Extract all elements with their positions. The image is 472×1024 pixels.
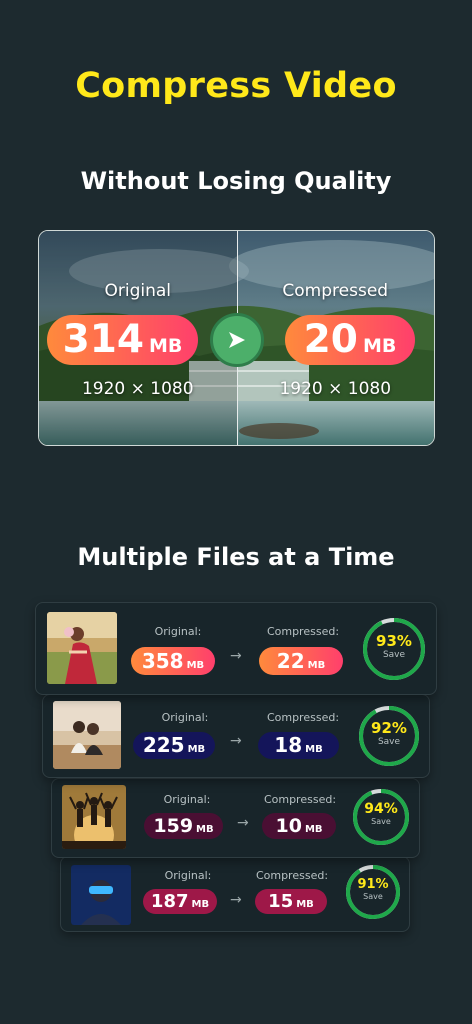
size-unit: MB	[296, 899, 314, 910]
arrow-right-icon: →	[230, 648, 242, 664]
compressed-size-unit: MB	[362, 335, 397, 357]
compressed-size-badge: 15 MB	[255, 889, 327, 914]
size-unit: MB	[187, 744, 206, 755]
savings-percent: 93%	[376, 632, 412, 650]
video-thumbnail	[53, 701, 121, 769]
original-label: Original:	[154, 625, 202, 638]
original-size-badge: 159 MB	[144, 813, 223, 839]
compressed-resolution: 1920 × 1080	[279, 379, 392, 399]
original-label: Original:	[163, 793, 211, 806]
original-label: Original	[104, 281, 172, 301]
friends-jumping-image	[62, 785, 126, 849]
compressed-label: Compressed:	[266, 711, 340, 724]
compressed-size-badge: 20 MB	[285, 315, 415, 365]
savings-text: 94% Save	[351, 801, 411, 826]
size-value: 358	[141, 649, 184, 673]
savings-percent: 92%	[371, 719, 407, 737]
compressed-size-badge: 10 MB	[262, 813, 336, 839]
arrow-right-icon: →	[237, 815, 249, 831]
size-unit: MB	[307, 660, 326, 671]
woman-field-image	[47, 612, 117, 684]
compressed-size-value: 20	[303, 317, 358, 362]
size-unit: MB	[304, 824, 323, 835]
file-card-1[interactable]: Original: Compressed: 358 MB → 22 MB 93%…	[35, 602, 437, 695]
save-label: Save	[382, 650, 406, 660]
size-unit: MB	[196, 824, 214, 835]
compressed-label: Compressed:	[255, 869, 329, 882]
original-label: Original:	[164, 869, 212, 882]
savings-text: 91% Save	[344, 877, 402, 901]
size-value: 159	[153, 815, 194, 837]
savings-percent: 94%	[364, 801, 398, 817]
file-card-4[interactable]: Original: Compressed: 187 MB → 15 MB 91%…	[60, 856, 410, 932]
compressed-label: Compressed:	[263, 793, 337, 806]
size-value: 187	[150, 891, 189, 912]
original-resolution: 1920 × 1080	[81, 379, 194, 399]
original-size-badge: 314 MB	[47, 315, 198, 365]
couple-sunset-image	[53, 701, 121, 769]
arrow-right-icon: →	[230, 733, 242, 749]
multiple-files-title: Multiple Files at a Time	[77, 543, 395, 571]
savings-text: 93% Save	[361, 632, 427, 660]
comparison-panel: Original Compressed 314 MB 20 MB 1920 × …	[38, 230, 435, 446]
size-value: 22	[276, 649, 305, 673]
save-label: Save	[363, 892, 383, 901]
savings-text: 92% Save	[357, 719, 421, 747]
app-title: Compress Video	[75, 66, 397, 106]
app-subtitle: Without Losing Quality	[80, 167, 392, 195]
original-size-badge: 187 MB	[143, 889, 217, 914]
video-thumbnail	[71, 865, 131, 925]
size-unit: MB	[191, 899, 210, 910]
save-label: Save	[377, 737, 401, 747]
compressed-size-badge: 22 MB	[259, 647, 343, 675]
save-label: Save	[371, 817, 391, 826]
original-size-badge: 358 MB	[131, 647, 215, 675]
size-unit: MB	[186, 660, 205, 671]
size-value: 225	[142, 733, 185, 757]
file-card-3[interactable]: Original: Compressed: 159 MB → 10 MB 94%…	[51, 778, 420, 858]
savings-percent: 91%	[357, 877, 389, 892]
vr-person-image	[71, 865, 131, 925]
original-size-unit: MB	[149, 335, 183, 357]
size-value: 15	[268, 891, 294, 912]
play-arrow-icon	[229, 332, 245, 348]
size-value: 10	[275, 815, 302, 837]
compressed-size-badge: 18 MB	[258, 732, 339, 759]
video-thumbnail	[47, 612, 117, 684]
file-card-2[interactable]: Original: Compressed: 225 MB → 18 MB 92%…	[42, 694, 430, 778]
original-size-badge: 225 MB	[133, 732, 215, 759]
size-value: 18	[274, 733, 303, 757]
original-size-value: 314	[62, 317, 145, 362]
compress-arrow-button[interactable]	[210, 313, 264, 367]
arrow-right-icon: →	[230, 892, 242, 908]
size-unit: MB	[305, 744, 323, 755]
compressed-label: Compressed:	[266, 625, 340, 638]
original-label: Original:	[161, 711, 209, 724]
video-thumbnail	[62, 785, 126, 849]
compressed-label: Compressed	[282, 281, 389, 301]
